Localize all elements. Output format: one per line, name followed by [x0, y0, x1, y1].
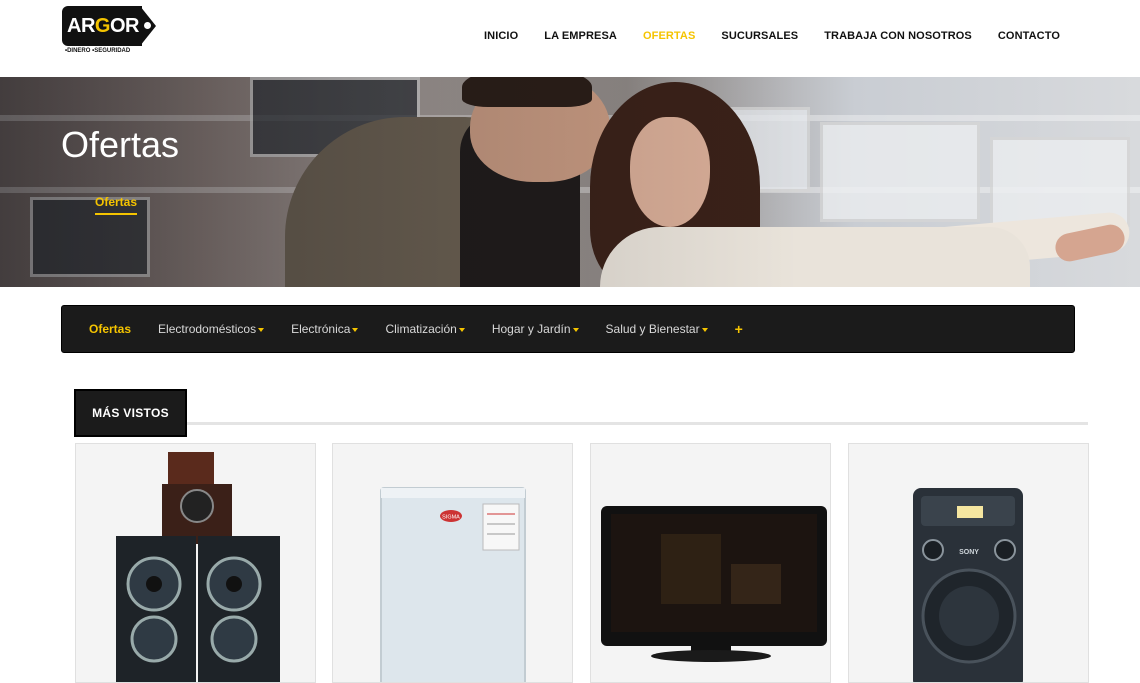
- category-bar: Ofertas Electrodomésticos Electrónica Cl…: [61, 305, 1075, 353]
- caret-down-icon: [352, 328, 359, 332]
- hero-banner: Ofertas Ofertas: [0, 77, 1140, 287]
- argor-logo[interactable]: ARGOR •DINERO •SEGURIDAD: [62, 6, 158, 58]
- caret-down-icon: [572, 328, 579, 332]
- lcd-tv-image: [601, 506, 827, 662]
- category-salud-y-bienestar[interactable]: Salud y Bienestar: [606, 322, 708, 336]
- product-card[interactable]: [590, 443, 831, 683]
- speaker-brand-label: SONY: [959, 549, 979, 556]
- product-card[interactable]: [75, 443, 316, 683]
- nav-la-empresa[interactable]: LA EMPRESA: [544, 30, 617, 42]
- nav-ofertas[interactable]: OFERTAS: [643, 30, 695, 42]
- page-title: Ofertas: [61, 124, 180, 165]
- party-speaker-image: SONY: [913, 488, 1023, 682]
- category-electronica[interactable]: Electrónica: [291, 322, 359, 336]
- logo-tagline: •DINERO •SEGURIDAD: [65, 48, 131, 54]
- nav-sucursales[interactable]: SUCURSALES: [721, 30, 798, 42]
- nav-trabaja-con-nosotros[interactable]: TRABAJA CON NOSOTROS: [824, 30, 972, 42]
- section-divider: [187, 422, 1088, 425]
- product-card[interactable]: SIGMA: [332, 443, 573, 683]
- product-card[interactable]: SONY: [848, 443, 1089, 683]
- fridge-brand-label: SIGMA: [442, 515, 460, 521]
- more-categories-button[interactable]: +: [735, 321, 743, 337]
- caret-down-icon: [458, 328, 465, 332]
- category-electrodomesticos[interactable]: Electrodomésticos: [158, 322, 265, 336]
- breadcrumb-ofertas[interactable]: Ofertas: [95, 195, 138, 215]
- section-tab-mas-vistos[interactable]: MÁS VISTOS: [74, 389, 187, 437]
- sound-system-tower-image: [116, 452, 280, 682]
- caret-down-icon: [258, 328, 265, 332]
- nav-inicio[interactable]: INICIO: [484, 30, 518, 42]
- nav-contacto[interactable]: CONTACTO: [998, 30, 1060, 42]
- category-hogar-y-jardin[interactable]: Hogar y Jardín: [492, 322, 579, 336]
- mini-fridge-image: SIGMA: [380, 487, 526, 682]
- caret-down-icon: [701, 328, 708, 332]
- main-nav: INICIO LA EMPRESA OFERTAS SUCURSALES TRA…: [458, 30, 1060, 42]
- category-ofertas[interactable]: Ofertas: [89, 322, 131, 336]
- site-header: ARGOR •DINERO •SEGURIDAD INICIO LA EMPRE…: [0, 0, 1140, 77]
- category-climatizacion[interactable]: Climatización: [385, 322, 465, 336]
